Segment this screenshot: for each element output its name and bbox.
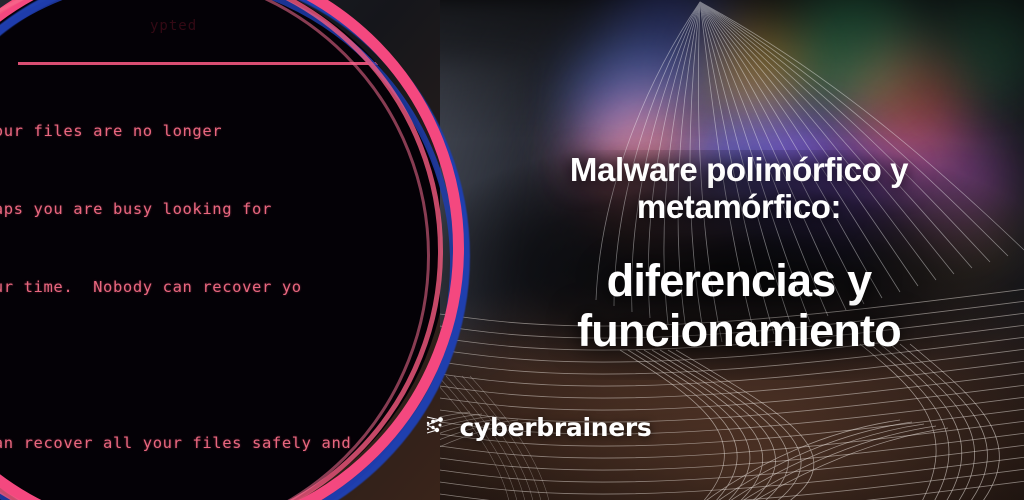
page-title: Malware polimórfico y metamórfico: xyxy=(466,151,1012,226)
terminal-line: your time. Nobody can recover yo xyxy=(0,278,302,296)
page-title-line-2: metamórfico: xyxy=(636,187,842,225)
page-subtitle-line-2: funcionamiento xyxy=(577,305,902,357)
terminal-header-rule xyxy=(18,62,430,65)
terminal-faint-header: ypted xyxy=(150,18,198,34)
hero-copy: Malware polimórfico y metamórfico: difer… xyxy=(466,151,1012,357)
terminal-line: erhaps you are busy looking for xyxy=(0,200,272,218)
terminal-line: n your files are no longer xyxy=(0,122,223,140)
brand-wordmark: cyberbrainers xyxy=(459,413,652,442)
page-subtitle: diferencias y funcionamiento xyxy=(466,254,1012,357)
brand-logo[interactable]: cyberbrainers xyxy=(0,412,1024,443)
page-title-line-1: Malware polimórfico y xyxy=(569,151,909,188)
page-subtitle-line-1: diferencias y xyxy=(606,254,873,306)
article-hero-banner: ypted n your files are no longer erhaps … xyxy=(0,0,1024,500)
node-cluster-icon xyxy=(424,412,450,443)
